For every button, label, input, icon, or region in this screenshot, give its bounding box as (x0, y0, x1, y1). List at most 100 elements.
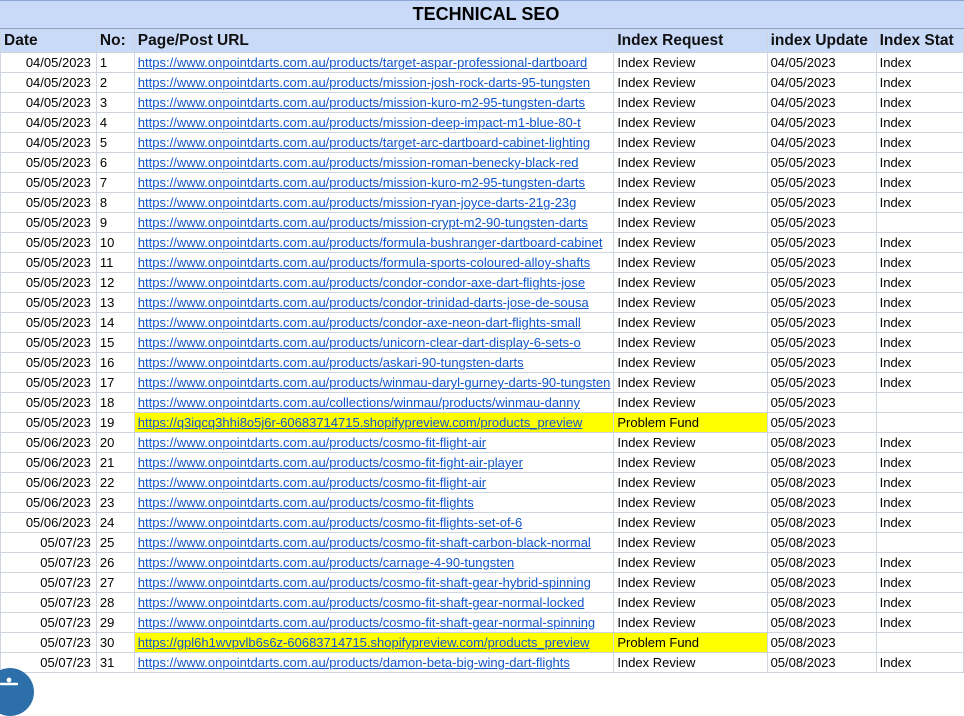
url-link[interactable]: https://www.onpointdarts.com.au/collecti… (138, 395, 580, 410)
cell-date[interactable]: 05/07/23 (0, 632, 97, 653)
cell-index-status[interactable]: Index (875, 652, 964, 673)
header-url[interactable]: Page/Post URL (133, 29, 615, 53)
cell-index-update[interactable]: 05/05/2023 (766, 292, 877, 313)
cell-date[interactable]: 05/05/2023 (0, 392, 97, 413)
url-link[interactable]: https://www.onpointdarts.com.au/products… (138, 115, 581, 130)
cell-url[interactable]: https://www.onpointdarts.com.au/products… (133, 52, 615, 73)
url-link[interactable]: https://www.onpointdarts.com.au/products… (138, 315, 581, 330)
cell-url[interactable]: https://www.onpointdarts.com.au/products… (133, 72, 615, 93)
cell-index-update[interactable]: 05/05/2023 (766, 392, 877, 413)
cell-date[interactable]: 05/07/23 (0, 572, 97, 593)
cell-date[interactable]: 05/05/2023 (0, 372, 97, 393)
cell-index-status[interactable]: Index (875, 432, 964, 453)
cell-index-status[interactable]: Index (875, 512, 964, 533)
cell-no[interactable]: 26 (95, 552, 135, 573)
cell-no[interactable]: 2 (95, 72, 135, 93)
cell-date[interactable]: 05/05/2023 (0, 192, 97, 213)
cell-index-update[interactable]: 05/05/2023 (766, 172, 877, 193)
cell-index-request[interactable]: Index Review (613, 452, 768, 473)
cell-index-request[interactable]: Index Review (613, 512, 768, 533)
cell-no[interactable]: 9 (95, 212, 135, 233)
cell-index-update[interactable]: 05/08/2023 (766, 472, 877, 493)
cell-no[interactable]: 27 (95, 572, 135, 593)
url-link[interactable]: https://www.onpointdarts.com.au/products… (138, 455, 523, 470)
url-link[interactable]: https://gpl6h1wvpvlb6s6z-60683714715.sho… (138, 635, 590, 650)
cell-no[interactable]: 17 (95, 372, 135, 393)
cell-index-request[interactable]: Index Review (613, 112, 768, 133)
cell-index-update[interactable]: 05/08/2023 (766, 592, 877, 613)
cell-no[interactable]: 18 (95, 392, 135, 413)
cell-date[interactable]: 05/05/2023 (0, 232, 97, 253)
cell-no[interactable]: 1 (95, 52, 135, 73)
cell-index-request[interactable]: Index Review (613, 392, 768, 413)
url-link[interactable]: https://www.onpointdarts.com.au/products… (138, 475, 486, 490)
cell-url[interactable]: https://www.onpointdarts.com.au/products… (133, 492, 615, 513)
cell-no[interactable]: 4 (95, 112, 135, 133)
cell-index-request[interactable]: Index Review (613, 172, 768, 193)
cell-index-update[interactable]: 05/08/2023 (766, 492, 877, 513)
cell-index-status[interactable]: Index (875, 192, 964, 213)
cell-index-request[interactable]: Index Review (613, 232, 768, 253)
cell-index-status[interactable]: Index (875, 292, 964, 313)
url-link[interactable]: https://www.onpointdarts.com.au/products… (138, 335, 581, 350)
cell-no[interactable]: 5 (95, 132, 135, 153)
cell-index-status[interactable]: Index (875, 552, 964, 573)
cell-index-update[interactable]: 04/05/2023 (766, 132, 877, 153)
url-link[interactable]: https://www.onpointdarts.com.au/products… (138, 535, 591, 550)
cell-no[interactable]: 25 (95, 532, 135, 553)
url-link[interactable]: https://www.onpointdarts.com.au/products… (138, 435, 486, 450)
cell-index-request[interactable]: Problem Fund (613, 632, 768, 653)
cell-index-update[interactable]: 05/05/2023 (766, 272, 877, 293)
cell-url[interactable]: https://gpl6h1wvpvlb6s6z-60683714715.sho… (133, 632, 615, 653)
url-link[interactable]: https://www.onpointdarts.com.au/products… (138, 615, 595, 630)
cell-index-request[interactable]: Index Review (613, 352, 768, 373)
cell-index-status[interactable] (875, 392, 964, 413)
cell-url[interactable]: https://www.onpointdarts.com.au/products… (133, 652, 615, 673)
cell-no[interactable]: 12 (95, 272, 135, 293)
cell-no[interactable]: 28 (95, 592, 135, 613)
cell-no[interactable]: 21 (95, 452, 135, 473)
cell-index-status[interactable]: Index (875, 592, 964, 613)
cell-index-update[interactable]: 04/05/2023 (766, 112, 877, 133)
cell-index-status[interactable]: Index (875, 52, 964, 73)
cell-index-update[interactable]: 05/05/2023 (766, 352, 877, 373)
cell-index-update[interactable]: 05/08/2023 (766, 432, 877, 453)
url-link[interactable]: https://www.onpointdarts.com.au/products… (138, 515, 522, 530)
cell-date[interactable]: 04/05/2023 (0, 112, 97, 133)
cell-url[interactable]: https://www.onpointdarts.com.au/products… (133, 252, 615, 273)
cell-date[interactable]: 05/06/2023 (0, 472, 97, 493)
cell-index-status[interactable]: Index (875, 612, 964, 633)
cell-index-status[interactable]: Index (875, 92, 964, 113)
cell-url[interactable]: https://www.onpointdarts.com.au/products… (133, 352, 615, 373)
cell-date[interactable]: 05/05/2023 (0, 152, 97, 173)
cell-index-update[interactable]: 05/05/2023 (766, 192, 877, 213)
cell-url[interactable]: https://www.onpointdarts.com.au/products… (133, 532, 615, 553)
cell-date[interactable]: 05/06/2023 (0, 432, 97, 453)
cell-index-update[interactable]: 05/05/2023 (766, 212, 877, 233)
cell-index-update[interactable]: 05/05/2023 (766, 252, 877, 273)
cell-url[interactable]: https://www.onpointdarts.com.au/products… (133, 272, 615, 293)
url-link[interactable]: https://www.onpointdarts.com.au/products… (138, 95, 585, 110)
cell-url[interactable]: https://www.onpointdarts.com.au/products… (133, 212, 615, 233)
cell-index-update[interactable]: 04/05/2023 (766, 92, 877, 113)
header-no[interactable]: No: (95, 29, 135, 53)
cell-url[interactable]: https://www.onpointdarts.com.au/products… (133, 112, 615, 133)
cell-date[interactable]: 05/05/2023 (0, 292, 97, 313)
cell-index-request[interactable]: Index Review (613, 92, 768, 113)
url-link[interactable]: https://www.onpointdarts.com.au/products… (138, 215, 588, 230)
cell-no[interactable]: 10 (95, 232, 135, 253)
cell-url[interactable]: https://www.onpointdarts.com.au/products… (133, 312, 615, 333)
url-link[interactable]: https://www.onpointdarts.com.au/products… (138, 655, 570, 670)
header-index-update[interactable]: index Update (766, 29, 877, 53)
cell-url[interactable]: https://www.onpointdarts.com.au/products… (133, 232, 615, 253)
cell-index-request[interactable]: Index Review (613, 132, 768, 153)
cell-date[interactable]: 05/06/2023 (0, 512, 97, 533)
cell-url[interactable]: https://www.onpointdarts.com.au/products… (133, 452, 615, 473)
cell-no[interactable]: 3 (95, 92, 135, 113)
cell-index-request[interactable]: Index Review (613, 532, 768, 553)
cell-index-update[interactable]: 05/08/2023 (766, 572, 877, 593)
cell-date[interactable]: 05/06/2023 (0, 492, 97, 513)
cell-date[interactable]: 05/05/2023 (0, 312, 97, 333)
cell-index-request[interactable]: Index Review (613, 252, 768, 273)
cell-index-status[interactable]: Index (875, 272, 964, 293)
